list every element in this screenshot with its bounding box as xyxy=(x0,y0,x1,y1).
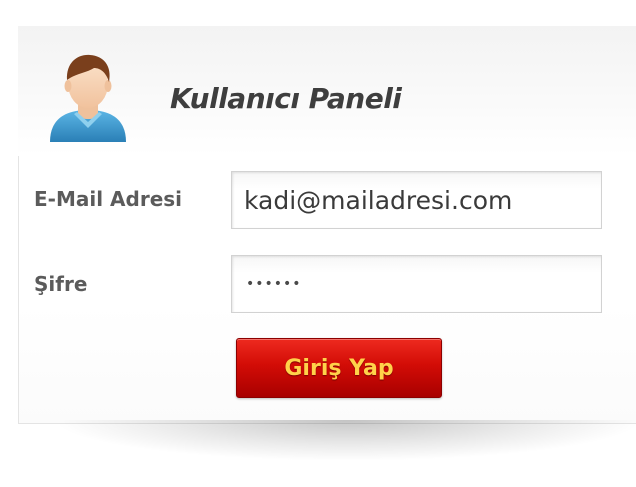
email-label: E-Mail Adresi xyxy=(34,187,183,211)
panel-shadow xyxy=(60,420,636,460)
login-page: Kullanıcı Paneli E-Mail Adresi Şifre Gir… xyxy=(0,0,636,487)
password-field[interactable] xyxy=(231,255,602,313)
user-avatar-icon xyxy=(50,54,126,142)
panel-title: Kullanıcı Paneli xyxy=(170,82,402,115)
email-field[interactable] xyxy=(231,171,602,229)
password-label: Şifre xyxy=(34,272,88,296)
login-button[interactable]: Giriş Yap xyxy=(236,338,442,398)
